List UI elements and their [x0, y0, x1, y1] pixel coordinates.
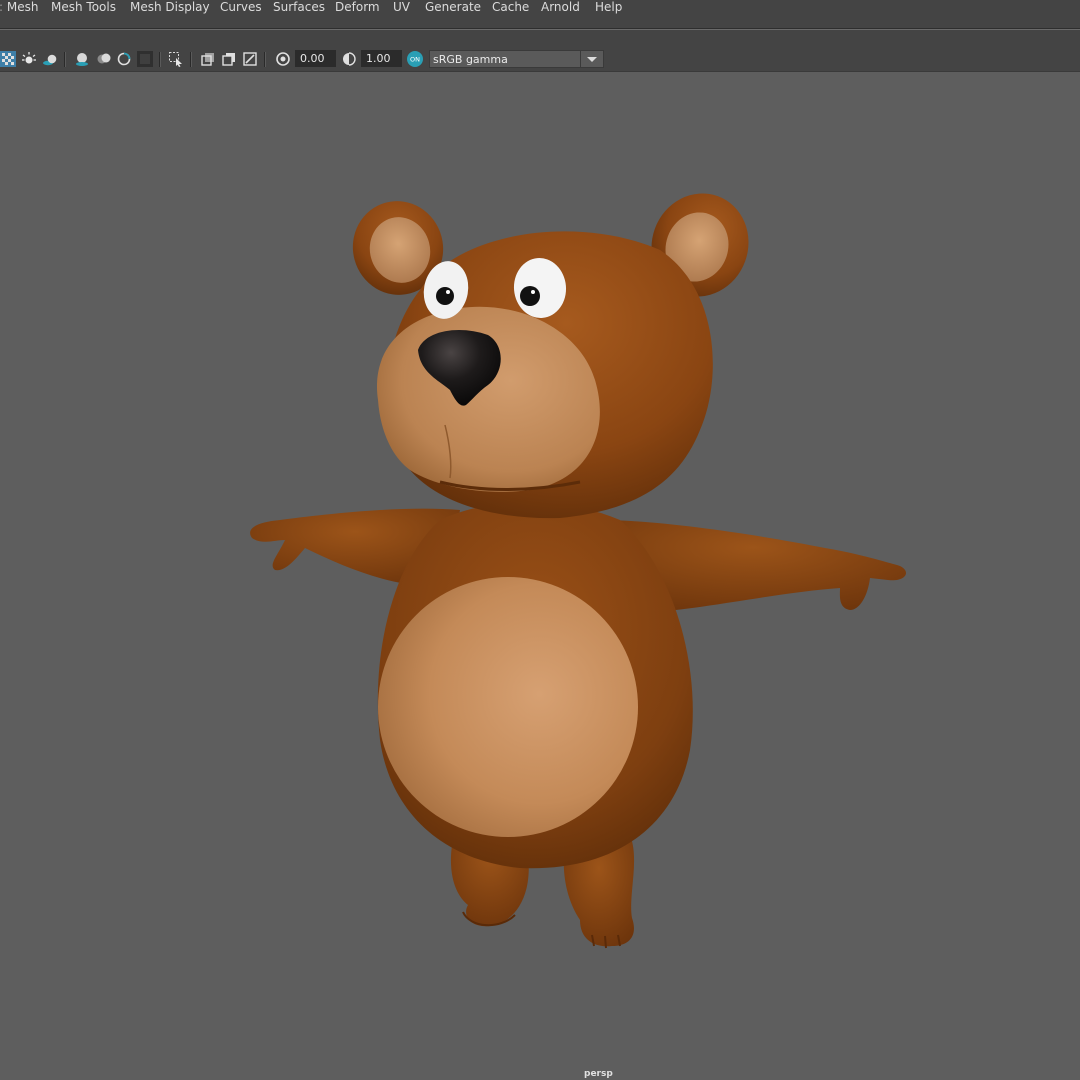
gamma-icon[interactable]	[341, 51, 357, 67]
anti-aliasing-icon[interactable]	[116, 51, 132, 67]
xray-joints-icon[interactable]	[221, 51, 237, 67]
toolbar-separator	[64, 52, 66, 67]
gamma-field[interactable]: 1.00	[361, 50, 402, 67]
shadows-icon[interactable]	[42, 51, 58, 67]
menu-generate[interactable]: Generate	[425, 0, 481, 14]
toolbar-spacer	[0, 30, 1080, 48]
menu-help[interactable]: Help	[595, 0, 622, 14]
menu-mesh-truncation-glyph: :	[0, 0, 3, 14]
menu-bar: : Mesh Mesh Tools Mesh Display Curves Su…	[0, 0, 1080, 29]
exposure-field[interactable]: 0.00	[295, 50, 336, 67]
isolate-select-icon[interactable]	[168, 51, 184, 67]
menu-arnold[interactable]: Arnold	[541, 0, 580, 14]
ambient-occlusion-icon[interactable]	[74, 51, 90, 67]
menu-cache[interactable]: Cache	[492, 0, 529, 14]
bear-model[interactable]	[0, 72, 1080, 1080]
exposure-icon[interactable]	[275, 51, 291, 67]
bear-belly	[378, 577, 638, 837]
color-management-toggle[interactable]: ON	[406, 50, 424, 68]
depth-of-field-icon[interactable]	[137, 51, 153, 67]
toolbar-separator	[190, 52, 192, 67]
menu-uv[interactable]: UV	[393, 0, 410, 14]
viewport-panel[interactable]	[0, 72, 1080, 1080]
lights-icon[interactable]	[21, 51, 37, 67]
chevron-down-icon[interactable]	[580, 51, 603, 67]
menu-surfaces[interactable]: Surfaces	[273, 0, 325, 14]
xray-icon[interactable]	[200, 51, 216, 67]
color-management-badge: ON	[410, 56, 420, 64]
menu-mesh-display[interactable]: Mesh Display	[130, 0, 210, 14]
xray-active-components-icon[interactable]	[242, 51, 258, 67]
toolbar-separator	[159, 52, 161, 67]
motion-blur-icon[interactable]	[96, 51, 112, 67]
menu-mesh[interactable]: : Mesh	[0, 0, 38, 14]
menu-mesh-tools[interactable]: Mesh Tools	[51, 0, 116, 14]
checker-textured-icon[interactable]	[0, 51, 16, 67]
menu-curves[interactable]: Curves	[220, 0, 262, 14]
viewport-toolbar: 0.00 1.00 ON sRGB gamma	[0, 48, 1080, 72]
color-space-value: sRGB gamma	[433, 53, 508, 66]
menu-deform[interactable]: Deform	[335, 0, 380, 14]
menu-mesh-label: Mesh	[6, 0, 39, 14]
camera-label: persp	[584, 1069, 613, 1079]
toolbar-separator	[264, 52, 266, 67]
color-space-dropdown[interactable]: sRGB gamma	[429, 50, 604, 68]
